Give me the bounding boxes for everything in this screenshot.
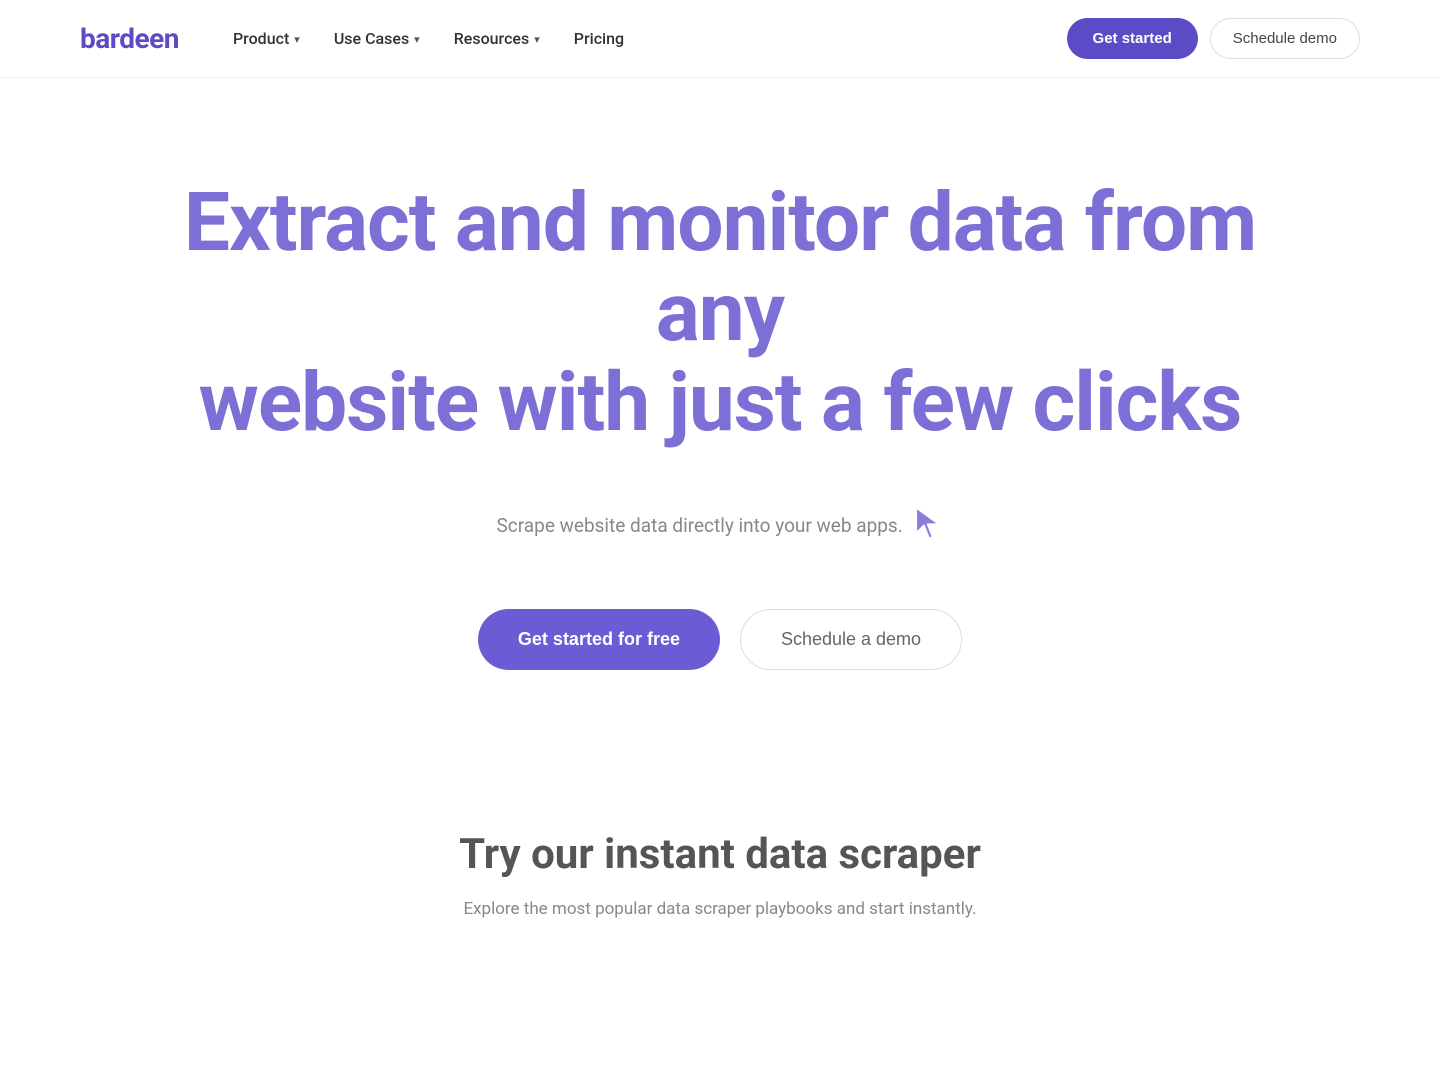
navbar: bardeen Product ▾ Use Cases ▾ Resources … <box>0 0 1440 78</box>
hero-title: Extract and monitor data from any websit… <box>170 178 1270 449</box>
nav-links: Product ▾ Use Cases ▾ Resources ▾ Pricin… <box>219 21 638 56</box>
nav-right: Get started Schedule demo <box>1067 18 1360 59</box>
scraper-section: Try our instant data scraper Explore the… <box>0 750 1440 979</box>
hero-title-line2: website with just a few clicks <box>199 355 1242 451</box>
brand-logo[interactable]: bardeen <box>80 22 179 55</box>
nav-resources-label: Resources <box>454 29 530 48</box>
chevron-down-icon: ▾ <box>294 33 300 46</box>
hero-section: Extract and monitor data from any websit… <box>0 78 1440 750</box>
nav-schedule-demo-button[interactable]: Schedule demo <box>1210 18 1360 59</box>
nav-item-pricing[interactable]: Pricing <box>560 21 638 56</box>
nav-product-label: Product <box>233 29 289 48</box>
chevron-down-icon: ▾ <box>534 33 540 46</box>
nav-pricing-label: Pricing <box>574 29 624 48</box>
chevron-down-icon: ▾ <box>414 33 420 46</box>
nav-item-use-cases[interactable]: Use Cases ▾ <box>320 21 434 56</box>
hero-subtitle-area: Scrape website data directly into your w… <box>497 449 944 595</box>
nav-use-cases-label: Use Cases <box>334 29 409 48</box>
nav-get-started-button[interactable]: Get started <box>1067 18 1198 59</box>
hero-title-line1: Extract and monitor data from any <box>184 175 1256 361</box>
cursor-icon <box>911 505 947 541</box>
get-started-free-button[interactable]: Get started for free <box>478 609 720 670</box>
nav-item-resources[interactable]: Resources ▾ <box>440 21 554 56</box>
nav-item-product[interactable]: Product ▾ <box>219 21 314 56</box>
nav-left: bardeen Product ▾ Use Cases ▾ Resources … <box>80 21 638 56</box>
section-title: Try our instant data scraper <box>459 830 981 879</box>
hero-buttons: Get started for free Schedule a demo <box>478 609 962 670</box>
section-subtitle: Explore the most popular data scraper pl… <box>463 899 976 919</box>
hero-subtitle: Scrape website data directly into your w… <box>497 509 944 545</box>
schedule-demo-button[interactable]: Schedule a demo <box>740 609 962 670</box>
